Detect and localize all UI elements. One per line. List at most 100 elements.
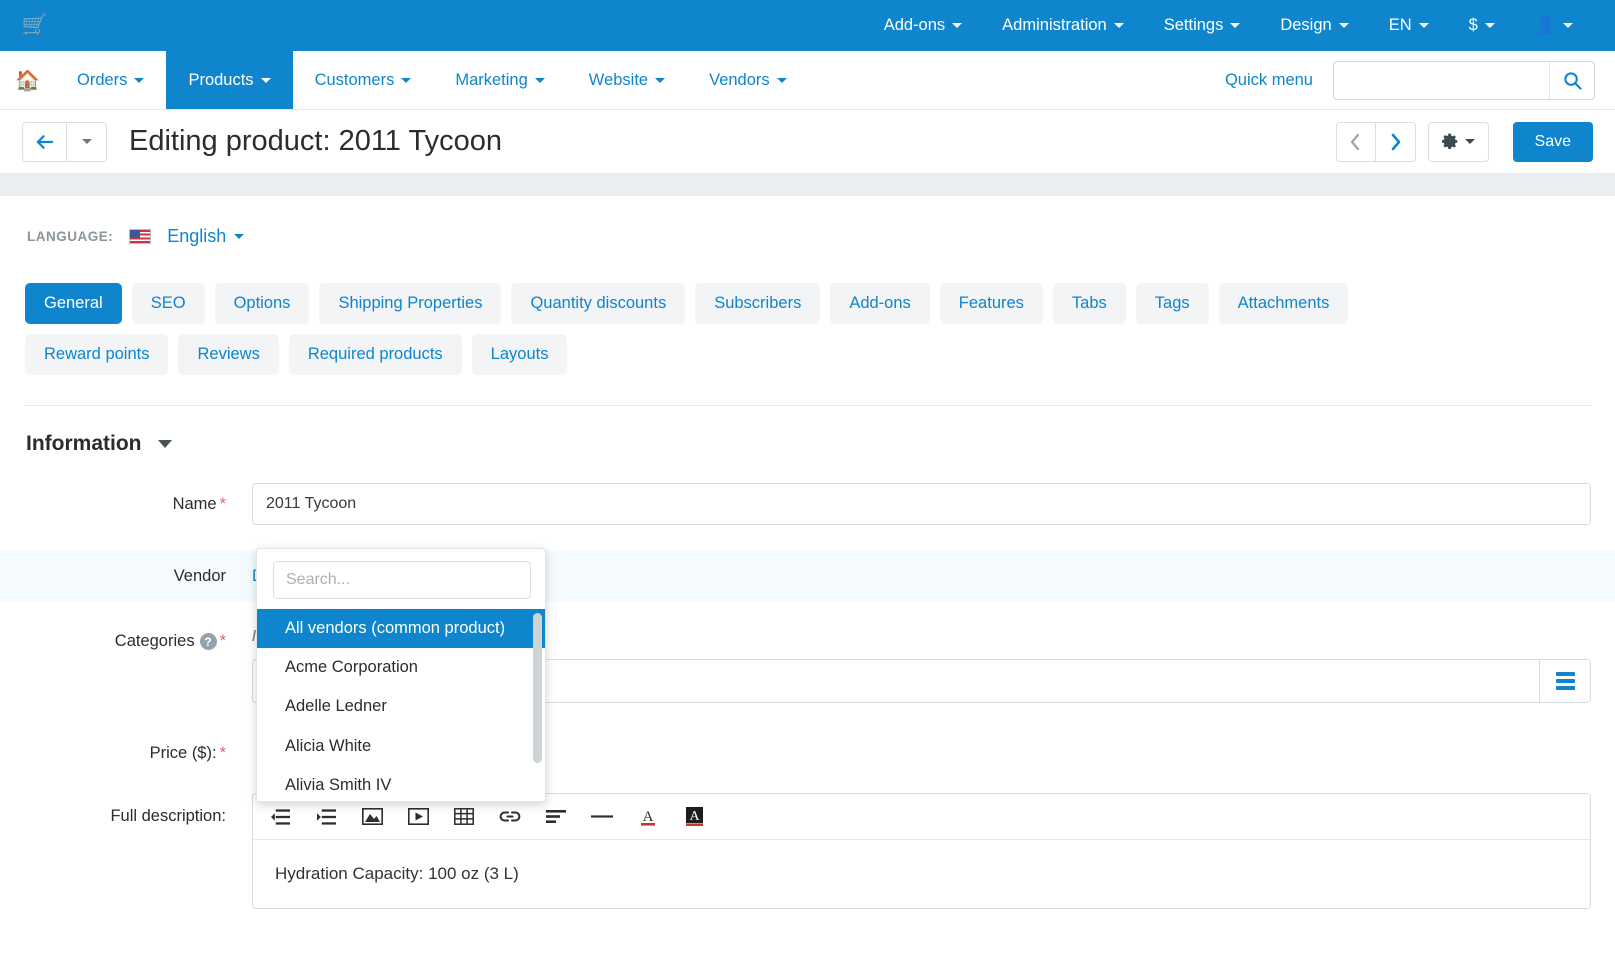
- name-input[interactable]: [252, 483, 1591, 525]
- page-title: Editing product: 2011 Tycoon: [129, 125, 502, 158]
- back-button[interactable]: [22, 122, 67, 162]
- topnav-label: Design: [1280, 16, 1331, 35]
- name-label: Name*: [24, 495, 252, 514]
- required-marker: *: [220, 495, 226, 513]
- question-mark-icon[interactable]: ?: [200, 633, 217, 650]
- tab-tabs[interactable]: Tabs: [1053, 283, 1126, 324]
- video-icon[interactable]: [405, 804, 431, 830]
- previous-product-button[interactable]: [1336, 122, 1376, 162]
- caret-down-icon: [82, 139, 92, 144]
- shopping-cart-icon[interactable]: 🛒: [22, 13, 48, 39]
- tab-general[interactable]: General: [25, 283, 122, 324]
- caret-down-icon: [1339, 23, 1349, 28]
- price-label: Price ($):*: [24, 744, 252, 763]
- nav-label: Customers: [315, 71, 395, 90]
- tab-shipping-properties[interactable]: Shipping Properties: [319, 283, 501, 324]
- outdent-icon[interactable]: [267, 804, 293, 830]
- caret-down-icon: [1230, 23, 1240, 28]
- caret-down-icon: [134, 78, 144, 83]
- caret-down-icon: [777, 78, 787, 83]
- tab-reviews[interactable]: Reviews: [178, 334, 278, 375]
- vendor-search-input[interactable]: [273, 561, 531, 599]
- link-icon[interactable]: [497, 804, 523, 830]
- search-input[interactable]: [1334, 62, 1549, 99]
- topnav-label: $: [1469, 16, 1478, 35]
- text-color-icon[interactable]: A: [635, 804, 661, 830]
- horizontal-rule-icon[interactable]: [589, 804, 615, 830]
- information-section-header: Information: [24, 406, 1591, 456]
- form-row-vendor: Vendor Dock Gottlieb Sr.: [0, 550, 1615, 602]
- user-icon: 👤: [1535, 16, 1556, 36]
- tab-layouts[interactable]: Layouts: [472, 334, 568, 375]
- nav-item-vendors[interactable]: Vendors: [687, 51, 809, 109]
- image-icon[interactable]: [359, 804, 385, 830]
- tab-required-products[interactable]: Required products: [289, 334, 462, 375]
- collapse-section-icon[interactable]: [158, 440, 172, 448]
- editor-content[interactable]: Hydration Capacity: 100 oz (3 L): [253, 840, 1590, 908]
- nav-label: Website: [589, 71, 648, 90]
- topnav-item-language[interactable]: EN: [1369, 16, 1449, 35]
- back-dropdown-button[interactable]: [67, 122, 107, 162]
- global-search: [1333, 61, 1595, 100]
- tab-quantity-discounts[interactable]: Quantity discounts: [511, 283, 685, 324]
- vendor-option[interactable]: Alivia Smith IV: [257, 766, 545, 801]
- nav-spacer: [809, 51, 1205, 109]
- language-value: English: [167, 226, 226, 247]
- nav-label: Products: [188, 71, 253, 90]
- tab-tags[interactable]: Tags: [1136, 283, 1209, 324]
- product-tabs: General SEO Options Shipping Properties …: [24, 247, 1484, 375]
- gear-icon[interactable]: [1428, 122, 1489, 162]
- next-product-button[interactable]: [1376, 122, 1416, 162]
- vendor-list-scrollbar[interactable]: [533, 613, 542, 763]
- language-selector[interactable]: English: [167, 226, 244, 247]
- price-label-text: Price ($):: [150, 744, 217, 762]
- topnav-item-design[interactable]: Design: [1260, 16, 1368, 35]
- caret-down-icon: [655, 78, 665, 83]
- nav-item-products[interactable]: Products: [166, 51, 292, 109]
- tab-add-ons[interactable]: Add-ons: [830, 283, 929, 324]
- nav-label: Orders: [77, 71, 127, 90]
- nav-item-orders[interactable]: Orders: [55, 51, 166, 109]
- vendor-label: Vendor: [24, 567, 252, 586]
- tab-reward-points[interactable]: Reward points: [25, 334, 168, 375]
- name-field-wrap: [252, 483, 1591, 525]
- tab-attachments[interactable]: Attachments: [1219, 283, 1349, 324]
- nav-item-marketing[interactable]: Marketing: [433, 51, 566, 109]
- nav-item-website[interactable]: Website: [567, 51, 687, 109]
- indent-icon[interactable]: [313, 804, 339, 830]
- vendor-option[interactable]: Acme Corporation: [257, 648, 545, 687]
- form-row-full-description: Full description:: [24, 785, 1591, 909]
- tab-seo[interactable]: SEO: [132, 283, 205, 324]
- topnav-item-currency[interactable]: $: [1449, 16, 1515, 35]
- align-left-icon[interactable]: [543, 804, 569, 830]
- list-picker-icon[interactable]: [1539, 659, 1591, 703]
- language-row: LANGUAGE: English: [24, 196, 1591, 247]
- vendor-option[interactable]: Adelle Ledner: [257, 687, 545, 726]
- topnav-item-addons[interactable]: Add-ons: [864, 16, 982, 35]
- prev-next-group: [1336, 122, 1416, 162]
- nav-item-customers[interactable]: Customers: [293, 51, 434, 109]
- tab-features[interactable]: Features: [940, 283, 1043, 324]
- vendor-option[interactable]: All vendors (common product): [257, 609, 545, 648]
- vendor-option[interactable]: Alicia White: [257, 727, 545, 766]
- topnav-item-settings[interactable]: Settings: [1144, 16, 1261, 35]
- topnav-item-account[interactable]: 👤: [1515, 16, 1593, 36]
- caret-down-icon: [234, 234, 244, 239]
- table-icon[interactable]: [451, 804, 477, 830]
- search-icon[interactable]: [1549, 62, 1594, 99]
- nav-label: Vendors: [709, 71, 770, 90]
- topnav-item-administration[interactable]: Administration: [982, 16, 1144, 35]
- us-flag-icon: [129, 229, 151, 244]
- back-button-group: [22, 122, 107, 162]
- section-title: Information: [26, 432, 142, 456]
- background-color-icon[interactable]: A: [681, 804, 707, 830]
- home-icon[interactable]: 🏠: [0, 51, 55, 109]
- top-utility-bar: 🛒 Add-ons Administration Settings Design…: [0, 0, 1615, 51]
- quick-menu-link[interactable]: Quick menu: [1205, 51, 1333, 109]
- tab-options[interactable]: Options: [215, 283, 310, 324]
- nav-label: Marketing: [455, 71, 527, 90]
- name-label-text: Name: [173, 495, 217, 513]
- tab-subscribers[interactable]: Subscribers: [695, 283, 820, 324]
- save-button[interactable]: Save: [1513, 122, 1593, 162]
- svg-text:A: A: [689, 809, 700, 824]
